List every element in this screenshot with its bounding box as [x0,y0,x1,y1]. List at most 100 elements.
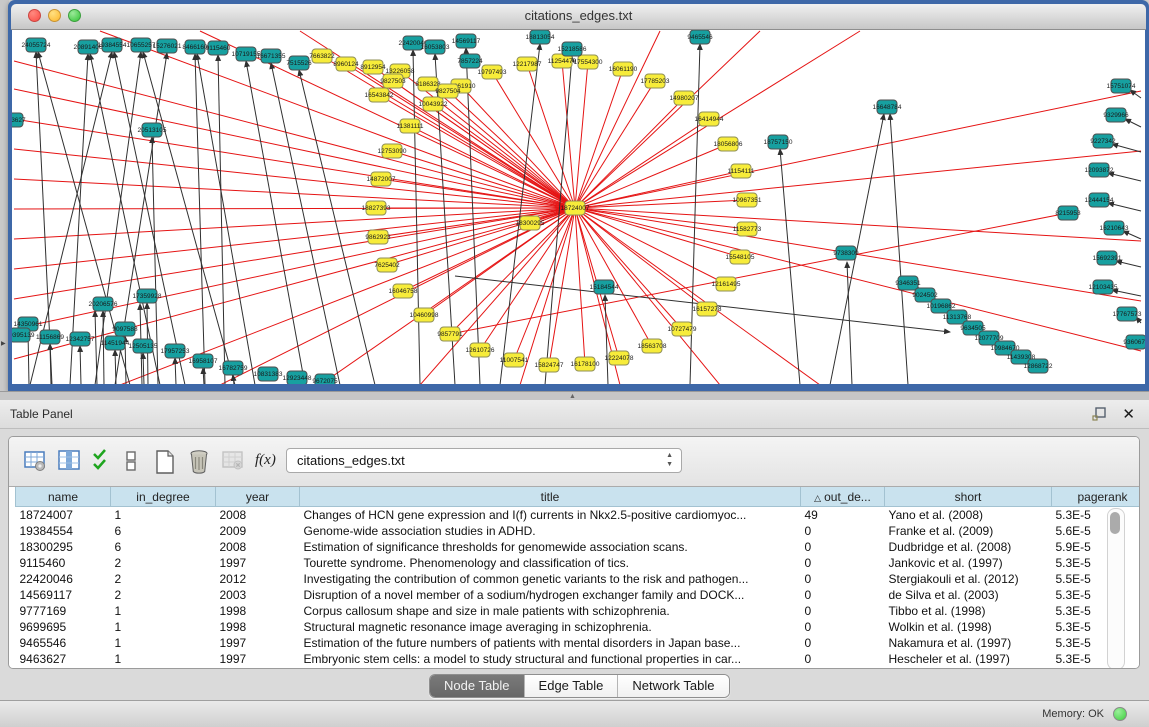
column-header-title[interactable]: title [300,487,801,507]
table-row[interactable]: 977716911998Corpus callosum shape and si… [16,603,1141,619]
column-header-name[interactable]: name [16,487,111,507]
graph-node[interactable]: 17785203 [641,74,670,88]
table-cell[interactable]: 0 [801,651,885,667]
table-row[interactable]: 911546021997Tourette syndrome. Phenomeno… [16,555,1141,571]
column-header-in_degree[interactable]: in_degree [111,487,216,507]
table-cell[interactable]: 2008 [216,539,300,555]
graph-edge[interactable] [575,91,1141,208]
graph-node[interactable]: 9827504 [435,84,461,98]
graph-node[interactable]: 10967351 [733,193,762,207]
table-cell[interactable]: Changes of HCN gene expression and I(f) … [300,507,801,524]
graph-node[interactable]: 18813054 [526,30,555,44]
graph-node[interactable]: 12610726 [466,343,495,357]
graph-node[interactable]: 19384554 [98,38,127,52]
table-cell[interactable]: Estimation of the future numbers of pati… [300,635,801,651]
table-cell[interactable]: 5.3E-5 [1052,619,1141,635]
graph-node[interactable]: 11007541 [500,353,529,367]
table-cell[interactable]: 1 [111,507,216,524]
tab-network-table[interactable]: Network Table [618,675,728,697]
table-cell[interactable]: 5.5E-5 [1052,571,1141,587]
graph-node[interactable]: 11156869 [36,330,64,344]
table-cell[interactable]: 5.6E-5 [1052,523,1141,539]
graph-node[interactable]: 12505135 [129,339,158,353]
table-cell[interactable]: Genome-wide association studies in ADHD. [300,523,801,539]
graph-node[interactable]: 17957253 [161,344,190,358]
table-cell[interactable]: 2009 [216,523,300,539]
graph-node[interactable]: 17554300 [574,55,603,69]
graph-node[interactable]: 9360672 [1123,335,1145,349]
table-cell[interactable]: Tibbo et al. (1998) [885,603,1052,619]
graph-edge[interactable] [197,54,255,384]
graph-edge[interactable] [575,151,1141,208]
graph-edge[interactable] [14,208,575,269]
graph-node[interactable]: 17359928 [133,289,162,303]
graph-node[interactable]: 11154111 [728,164,755,178]
graph-edge[interactable] [575,171,741,208]
graph-node[interactable]: 8215953 [1055,206,1081,220]
table-cell[interactable]: 0 [801,555,885,571]
table-type-switcher[interactable]: Node TableEdge TableNetwork Table [429,674,730,698]
graph-edge[interactable] [80,346,81,384]
graph-edge[interactable] [575,208,720,384]
graph-node[interactable]: 16178100 [571,357,600,371]
graph-node[interactable]: 16157278 [693,302,722,316]
graph-edge[interactable] [562,61,575,208]
graph-node[interactable]: 18757150 [764,135,793,149]
table-cell[interactable]: Jankovic et al. (1997) [885,555,1052,571]
graph-edge[interactable] [299,70,375,384]
table-row[interactable]: 2242004622012Investigating the contribut… [16,571,1141,587]
graph-node[interactable]: 12868722 [1024,359,1053,373]
graph-node[interactable]: 14569117 [452,34,481,48]
table-cell[interactable]: 2 [111,555,216,571]
graph-edge[interactable] [890,114,908,384]
graph-node[interactable]: 24055724 [22,38,51,52]
table-cell[interactable]: Hescheler et al. (1997) [885,651,1052,667]
vertical-scrollbar[interactable] [1107,508,1125,669]
graph-edge[interactable] [605,295,608,384]
table-cell[interactable]: 5.3E-5 [1052,651,1141,667]
table-row[interactable]: 946362711997Embryonic stem cells: a mode… [16,651,1141,667]
table-cell[interactable]: 0 [801,635,885,651]
graph-edge[interactable] [575,208,747,229]
graph-node[interactable]: 15218586 [558,42,587,56]
graph-node[interactable]: 9672075 [312,374,338,384]
table-cell[interactable]: Tourette syndrome. Phenomenology and cla… [300,555,801,571]
divider-handle-icon[interactable]: ▲ [569,393,576,400]
graph-edge[interactable] [95,311,97,384]
table-cell[interactable]: 2008 [216,507,300,524]
graph-node[interactable]: 15824747 [535,358,564,372]
graph-edge[interactable] [143,353,144,384]
table-cell[interactable]: 0 [801,523,885,539]
table-cell[interactable]: 1998 [216,619,300,635]
table-row[interactable]: 969969511998Structural magnetic resonanc… [16,619,1141,635]
graph-edge[interactable] [575,98,684,208]
graph-node[interactable]: 19797493 [478,65,507,79]
graph-node[interactable]: 12444154 [1085,193,1114,207]
graph-edge[interactable] [1112,144,1141,152]
scrollbar-thumb[interactable] [1110,512,1120,534]
table-row[interactable]: 1872400712008Changes of HCN gene express… [16,507,1141,524]
graph-node[interactable]: 9097588 [112,322,138,336]
table-cell[interactable]: Investigating the contribution of common… [300,571,801,587]
table-cell[interactable]: 22420046 [16,571,111,587]
table-row[interactable]: 946554611997Estimation of the future num… [16,635,1141,651]
table-cell[interactable]: 18300295 [16,539,111,555]
panel-collapse-arrow-icon[interactable]: ▶ [1,340,6,347]
table-cell[interactable]: 2 [111,587,216,603]
graph-node[interactable]: 7515526 [286,56,312,70]
graph-edge[interactable] [400,71,575,208]
graph-node[interactable]: 9227342 [1090,134,1116,148]
graph-node[interactable]: 12753090 [378,144,407,158]
table-cell[interactable]: 5.3E-5 [1052,587,1141,603]
graph-edge[interactable] [575,144,728,208]
function-builder-icon[interactable]: f(x) [255,452,281,478]
table-cell[interactable]: 0 [801,539,885,555]
graph-node[interactable]: 15184544 [590,280,619,294]
table-cell[interactable]: Yano et al. (2008) [885,507,1052,524]
table-cell[interactable]: 9463627 [16,651,111,667]
create-column-icon[interactable] [153,449,179,475]
graph-edge[interactable] [433,104,575,208]
graph-node[interactable]: 12093872 [1085,163,1114,177]
graph-node[interactable]: 11381111 [397,119,424,133]
table-row[interactable]: 1938455462009Genome-wide association stu… [16,523,1141,539]
